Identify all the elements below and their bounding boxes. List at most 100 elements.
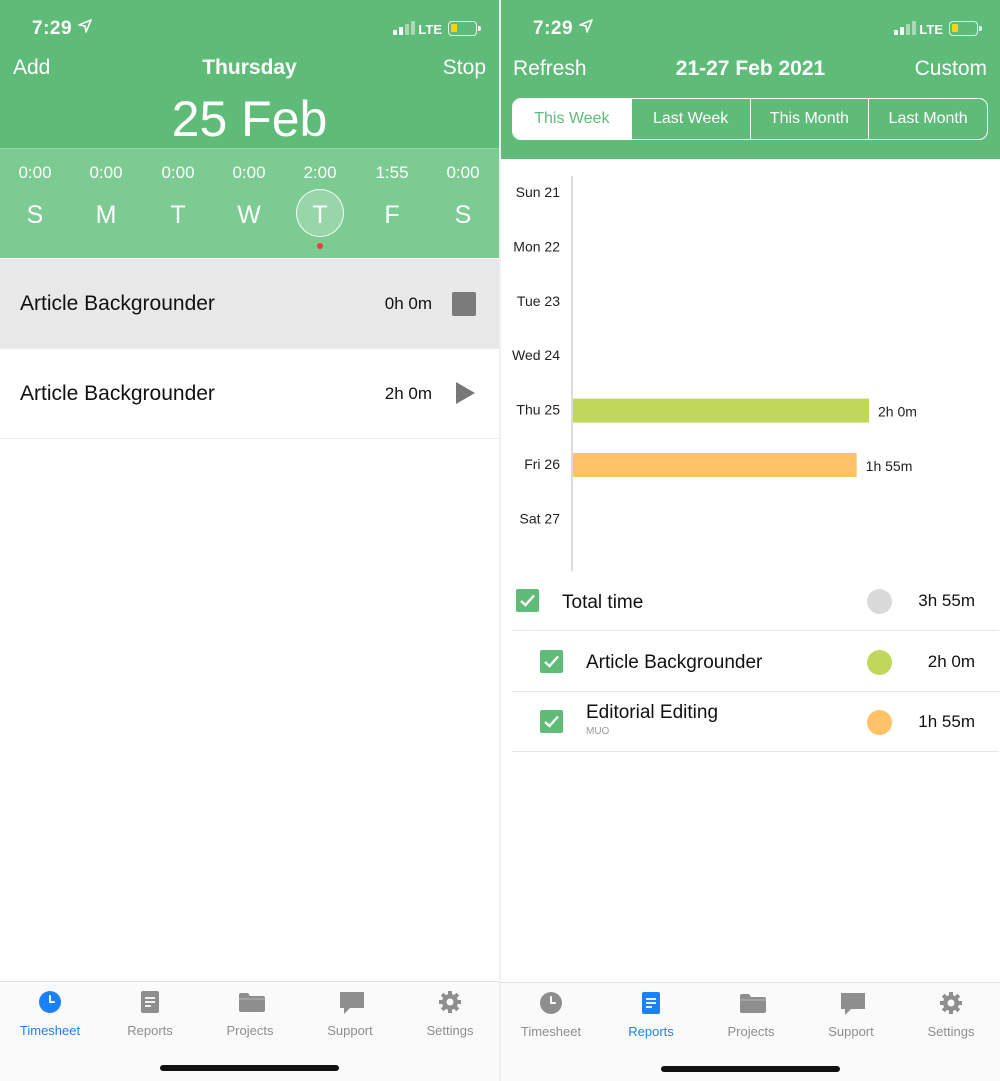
tab-label: Settings bbox=[927, 1024, 975, 1039]
tab-bar: Timesheet Reports Projects Support Setti… bbox=[0, 981, 499, 1081]
period-segmented-control: This Week Last Week This Month Last Mont… bbox=[512, 98, 988, 140]
day-duration: 0:00 bbox=[18, 163, 52, 182]
bar-value-label: 1h 55m bbox=[866, 458, 913, 474]
legend-value: 3h 55m bbox=[918, 591, 975, 610]
tab-support[interactable]: Support bbox=[801, 983, 901, 1053]
day-letter: T bbox=[170, 201, 186, 229]
tab-projects[interactable]: Projects bbox=[200, 982, 300, 1052]
timesheet-screen: 7:29 LTE Add Thursday Stop 25 Feb 0:00 S… bbox=[0, 0, 499, 1081]
today-indicator-dot bbox=[317, 243, 323, 249]
gear-icon bbox=[438, 990, 462, 1014]
legend-value: 2h 0m bbox=[927, 652, 975, 671]
gear-icon bbox=[939, 991, 963, 1015]
home-indicator bbox=[160, 1065, 339, 1071]
status-bar: 7:29 LTE bbox=[0, 0, 499, 46]
legend-label: Editorial Editing bbox=[586, 702, 719, 723]
battery-icon bbox=[949, 21, 982, 36]
cellular-signal-icon bbox=[894, 21, 916, 35]
reports-screen: 7:29 LTE Refresh 21-27 Feb 2021 Custom T… bbox=[501, 0, 1000, 1081]
checkbox-checked-icon[interactable] bbox=[540, 650, 563, 673]
segment-this-month[interactable]: This Month bbox=[749, 99, 869, 139]
weekly-bar-chart: Sun 21 Mon 22 Tue 23 Wed 24 Thu 25 2h 0m Fri 2… bbox=[512, 176, 917, 571]
entry-time: 2h 0m bbox=[384, 384, 432, 403]
category-tick-label: Tue 23 bbox=[517, 293, 560, 309]
tab-label: Reports bbox=[628, 1024, 674, 1039]
legend-total-row[interactable]: Total time 3h 55m bbox=[512, 571, 999, 631]
home-indicator bbox=[661, 1066, 840, 1072]
tab-label: Reports bbox=[127, 1023, 173, 1038]
status-bar: 7:29 LTE bbox=[501, 0, 1000, 46]
stop-timer-icon[interactable] bbox=[452, 292, 476, 316]
selected-date: 25 Feb bbox=[171, 91, 328, 147]
category-tick-label: Thu 25 bbox=[516, 402, 560, 418]
legend-label: Total time bbox=[562, 592, 644, 613]
tab-label: Settings bbox=[426, 1023, 474, 1038]
status-time: 7:29 bbox=[32, 18, 73, 39]
day-letter: F bbox=[384, 201, 400, 229]
legend-item-row[interactable]: Article Backgrounder 2h 0m bbox=[512, 632, 999, 692]
tab-projects[interactable]: Projects bbox=[701, 983, 801, 1053]
report-icon bbox=[639, 991, 663, 1015]
day-letter: M bbox=[95, 201, 117, 229]
status-time: 7:29 bbox=[533, 18, 574, 39]
tab-bar: Timesheet Reports Projects Support Setti… bbox=[501, 982, 1000, 1081]
tab-label: Support bbox=[327, 1023, 373, 1038]
entry-name: Article Backgrounder bbox=[20, 292, 215, 315]
day-duration: 2:00 bbox=[303, 163, 337, 182]
tab-settings[interactable]: Settings bbox=[400, 982, 499, 1052]
report-icon bbox=[138, 990, 162, 1014]
category-tick-label: Wed 24 bbox=[512, 347, 560, 363]
legend-color-dot bbox=[867, 710, 892, 735]
clock-icon bbox=[38, 990, 62, 1014]
tab-label: Support bbox=[828, 1024, 874, 1039]
battery-icon bbox=[448, 21, 481, 36]
day-duration: 0:00 bbox=[232, 163, 266, 182]
day-duration: 0:00 bbox=[161, 163, 195, 182]
chat-bubble-icon bbox=[839, 991, 865, 1015]
day-letter: T bbox=[312, 201, 328, 229]
stop-button[interactable]: Stop bbox=[443, 56, 486, 80]
day-letter: S bbox=[454, 201, 472, 229]
bar-fri-26 bbox=[573, 453, 857, 477]
tab-reports[interactable]: Reports bbox=[100, 982, 200, 1052]
category-tick-label: Sat 27 bbox=[520, 510, 561, 526]
day-title: Thursday bbox=[202, 56, 297, 79]
tab-label: Timesheet bbox=[520, 1024, 582, 1039]
entry-name: Article Backgrounder bbox=[20, 382, 215, 405]
tab-label: Timesheet bbox=[19, 1023, 81, 1038]
bar-value-label: 2h 0m bbox=[878, 404, 917, 420]
segment-last-month[interactable]: Last Month bbox=[868, 99, 987, 139]
day-duration: 0:00 bbox=[89, 163, 123, 182]
cellular-signal-icon bbox=[393, 21, 415, 35]
tab-timesheet[interactable]: Timesheet bbox=[501, 983, 601, 1053]
tab-reports[interactable]: Reports bbox=[601, 983, 701, 1053]
reports-header: 7:29 LTE Refresh 21-27 Feb 2021 Custom T… bbox=[501, 0, 1000, 159]
legend-item-row[interactable]: Editorial Editing MUO 1h 55m bbox=[512, 692, 999, 752]
checkbox-checked-icon[interactable] bbox=[516, 589, 539, 612]
network-type: LTE bbox=[418, 22, 442, 37]
day-duration: 0:00 bbox=[446, 163, 480, 182]
legend-sublabel: MUO bbox=[586, 726, 610, 737]
location-arrow-icon bbox=[78, 19, 92, 37]
checkbox-checked-icon[interactable] bbox=[540, 710, 563, 733]
tab-support[interactable]: Support bbox=[300, 982, 400, 1052]
category-tick-label: Fri 26 bbox=[524, 456, 560, 472]
legend-value: 1h 55m bbox=[918, 712, 975, 731]
clock-icon bbox=[539, 991, 563, 1015]
location-arrow-icon bbox=[579, 19, 593, 37]
tab-label: Projects bbox=[727, 1024, 775, 1039]
legend-label: Article Backgrounder bbox=[586, 652, 763, 673]
custom-range-button[interactable]: Custom bbox=[915, 57, 987, 81]
play-timer-icon[interactable] bbox=[456, 382, 475, 404]
segment-this-week[interactable]: This Week bbox=[513, 99, 631, 139]
segment-last-week[interactable]: Last Week bbox=[630, 99, 750, 139]
timesheet-entry[interactable]: Article Backgrounder 2h 0m bbox=[0, 349, 499, 439]
legend-color-dot bbox=[867, 589, 892, 614]
tab-settings[interactable]: Settings bbox=[901, 983, 1000, 1053]
category-tick-label: Sun 21 bbox=[516, 184, 561, 200]
tab-label: Projects bbox=[226, 1023, 274, 1038]
tab-timesheet[interactable]: Timesheet bbox=[0, 982, 100, 1052]
category-tick-label: Mon 22 bbox=[513, 238, 560, 254]
timesheet-entry-running[interactable]: Article Backgrounder 0h 0m bbox=[0, 259, 499, 349]
network-type: LTE bbox=[919, 22, 943, 37]
